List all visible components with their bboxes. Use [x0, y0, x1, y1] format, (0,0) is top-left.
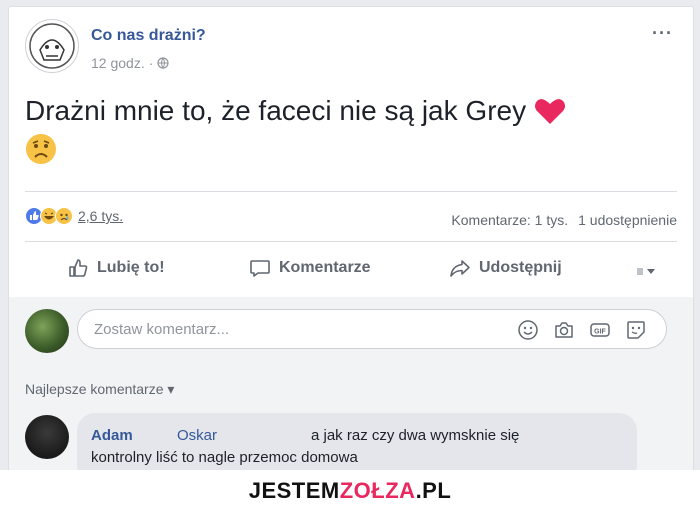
comment-text: a jak raz czy dwa wymsknie się: [311, 427, 520, 444]
site-watermark: JESTEM ZOŁZA .PL: [0, 470, 700, 511]
comment-input-icons: GIF: [517, 319, 647, 341]
divider: [25, 241, 677, 242]
shares-count[interactable]: 1 udostępnienie: [578, 212, 677, 228]
divider: [25, 191, 677, 192]
comment-text: kontrolny liść to nagle przemoc domowa: [91, 449, 358, 466]
comment-bubble-icon: [250, 260, 270, 277]
thumbs-up-icon: [69, 259, 88, 277]
watermark-part: JESTEM: [248, 477, 340, 503]
share-button[interactable]: Udostępnij: [449, 257, 562, 279]
comment-author-link[interactable]: Adam: [91, 427, 133, 444]
comment-label: Komentarze: [279, 259, 371, 276]
reactions-count[interactable]: 2,6 tys.: [78, 208, 123, 224]
page-avatar[interactable]: [25, 19, 79, 73]
comment-button[interactable]: Komentarze: [249, 257, 371, 279]
comment-bubble: Adam Oskar a jak raz czy dwa wymsknie si…: [77, 413, 637, 477]
post-actions: Lubię to! Komentarze Udostępnij: [25, 243, 677, 295]
globe-icon: [157, 57, 169, 69]
heart-icon: [534, 99, 565, 124]
more-options-icon[interactable]: ···: [652, 23, 673, 44]
meta-separator: ·: [148, 55, 154, 71]
reactions-summary[interactable]: 2,6 tys.: [25, 207, 123, 225]
comments-section: GIF Najlepsze komentarze ▾ Adam Oskar a …: [9, 297, 693, 477]
camera-icon[interactable]: [553, 319, 575, 341]
user-avatar[interactable]: [25, 309, 69, 353]
post-time[interactable]: 12 godz.: [91, 55, 145, 71]
sad-face-icon: [26, 134, 56, 164]
post-meta: 12 godz. ·: [91, 55, 169, 71]
gif-icon[interactable]: GIF: [589, 319, 611, 341]
comment-sort-selector[interactable]: Najlepsze komentarze ▾: [25, 381, 174, 398]
svg-text:GIF: GIF: [594, 329, 606, 336]
post-text-content: Drażni mnie to, że faceci nie są jak Gre…: [25, 95, 527, 126]
post-stats: Komentarze: 1 tys. 1 udostępnienie: [451, 212, 677, 228]
audience-selector[interactable]: [637, 261, 659, 283]
commenter-avatar[interactable]: [25, 415, 69, 459]
share-arrow-icon: [450, 260, 470, 277]
like-label: Lubię to!: [97, 259, 165, 276]
like-button[interactable]: Lubię to!: [67, 257, 165, 279]
watermark-part: ZOŁZA: [339, 477, 416, 503]
page-name-link[interactable]: Co nas drażni?: [91, 27, 206, 45]
sad-reaction-icon: [55, 207, 73, 225]
watermark-part: .PL: [415, 477, 452, 503]
sticker-icon[interactable]: [625, 319, 647, 341]
share-label: Udostępnij: [479, 259, 562, 276]
comments-count[interactable]: Komentarze: 1 tys.: [451, 212, 568, 228]
emoji-icon[interactable]: [517, 319, 539, 341]
post-card: Co nas drażni? 12 godz. · ··· Drażni mni…: [8, 6, 694, 478]
post-text: Drażni mnie to, że faceci nie są jak Gre…: [25, 91, 675, 171]
chevron-down-icon: [637, 268, 655, 275]
comment-mention-link[interactable]: Oskar: [177, 427, 217, 444]
